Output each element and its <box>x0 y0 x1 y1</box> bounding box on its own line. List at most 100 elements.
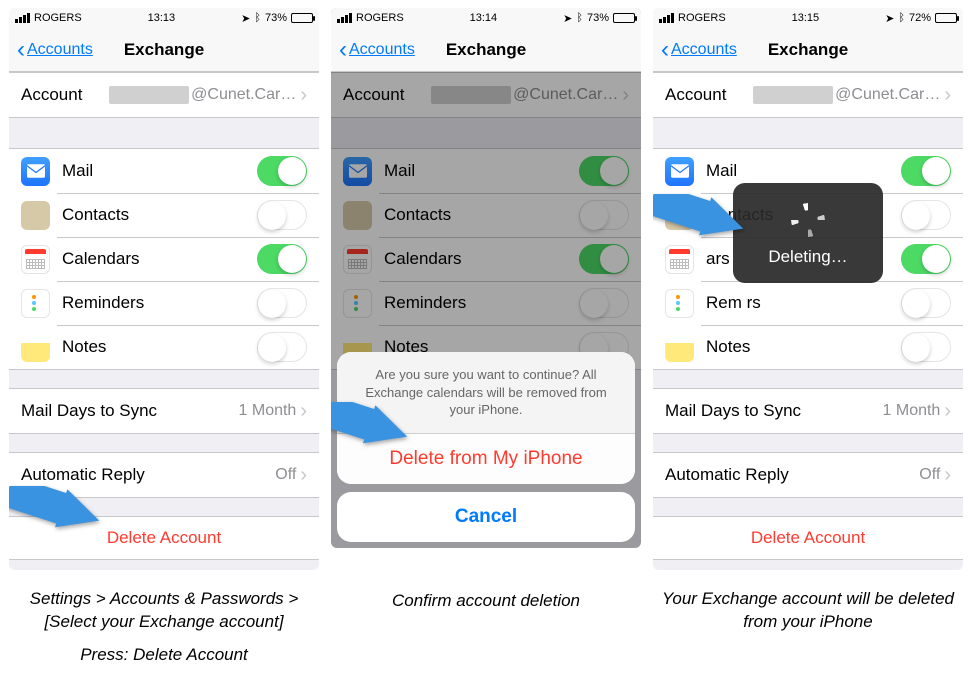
nav-title: Exchange <box>768 40 848 60</box>
chevron-right-icon: › <box>944 84 951 107</box>
contacts-toggle[interactable] <box>579 200 629 230</box>
autoreply-label: Automatic Reply <box>665 465 919 485</box>
calendars-row: Calendars <box>331 237 641 281</box>
account-row[interactable]: Account @Cunet.Car… › <box>331 73 641 117</box>
back-button[interactable]: ‹ Accounts <box>339 38 415 62</box>
autoreply-value: Off <box>275 466 296 484</box>
screenshot-step1: ROGERS 13:13 ➤ ᛒ 73% ‹ Accounts Exchange <box>9 8 319 570</box>
autoreply-value: Off <box>919 466 940 484</box>
notes-label: Notes <box>62 337 257 357</box>
account-suffix: @Cunet.Car… <box>835 86 940 104</box>
reminders-toggle[interactable] <box>901 288 951 318</box>
reminders-icon <box>343 289 372 318</box>
spinner-icon <box>791 203 825 237</box>
status-bar: ROGERS 13:13 ➤ ᛒ 73% <box>9 8 319 28</box>
battery-pct: 73% <box>265 12 287 24</box>
cancel-button[interactable]: Cancel <box>337 492 635 542</box>
back-label: Accounts <box>671 41 737 59</box>
autoreply-row[interactable]: Automatic Reply Off › <box>9 453 319 497</box>
chevron-right-icon: › <box>944 400 951 423</box>
sync-label: Mail Days to Sync <box>21 401 239 421</box>
nav-title: Exchange <box>446 40 526 60</box>
reminders-toggle[interactable] <box>579 288 629 318</box>
chevron-left-icon: ‹ <box>339 38 347 62</box>
bluetooth-icon: ᛒ <box>898 12 905 24</box>
status-time: 13:13 <box>148 12 176 24</box>
account-label: Account <box>343 85 431 105</box>
mail-icon <box>343 157 372 186</box>
nav-title: Exchange <box>124 40 204 60</box>
calendars-label: Calendars <box>62 249 257 269</box>
account-row[interactable]: Account @Cunet.Car… › <box>653 73 963 117</box>
screenshot-step2: ROGERS 13:14 ➤ ᛒ 73% ‹ Accounts Exchange <box>331 8 641 548</box>
chevron-right-icon: › <box>300 84 307 107</box>
reminders-row: Reminders <box>331 281 641 325</box>
bluetooth-icon: ᛒ <box>576 12 583 24</box>
sync-label: Mail Days to Sync <box>665 401 883 421</box>
contacts-label: Contacts <box>62 205 257 225</box>
account-label: Account <box>665 85 753 105</box>
notes-row: Notes <box>9 325 319 369</box>
calendars-label: Calendars <box>384 249 579 269</box>
mail-toggle[interactable] <box>579 156 629 186</box>
notes-toggle[interactable] <box>901 332 951 362</box>
battery-pct: 72% <box>909 12 931 24</box>
contacts-toggle[interactable] <box>257 200 307 230</box>
contacts-icon <box>21 201 50 230</box>
screenshot-step3: ROGERS 13:15 ➤ ᛒ 72% ‹ Accounts Exchange <box>653 8 963 570</box>
battery-icon <box>291 13 313 23</box>
calendars-toggle[interactable] <box>579 244 629 274</box>
sync-row[interactable]: Mail Days to Sync 1 Month › <box>653 389 963 433</box>
carrier: ROGERS <box>678 12 726 24</box>
notes-row: Notes <box>653 325 963 369</box>
reminders-toggle[interactable] <box>257 288 307 318</box>
sync-row[interactable]: Mail Days to Sync 1 Month › <box>9 389 319 433</box>
carrier: ROGERS <box>356 12 404 24</box>
chevron-left-icon: ‹ <box>17 38 25 62</box>
caption-step2: Confirm account deletion <box>384 590 588 613</box>
delete-from-iphone-button[interactable]: Delete from My iPhone <box>337 433 635 484</box>
notes-icon <box>21 333 50 362</box>
reminders-icon <box>665 289 694 318</box>
chevron-right-icon: › <box>622 84 629 107</box>
bluetooth-icon: ᛒ <box>254 12 261 24</box>
calendar-icon <box>665 245 694 274</box>
mail-toggle[interactable] <box>901 156 951 186</box>
account-row[interactable]: Account @Cunet.Car… › <box>9 73 319 117</box>
reminders-row: Reminders <box>9 281 319 325</box>
notes-icon <box>665 333 694 362</box>
reminders-label: Reminders <box>62 293 257 313</box>
carrier: ROGERS <box>34 12 82 24</box>
mail-label: Mail <box>706 161 901 181</box>
delete-account-button[interactable]: Delete Account <box>653 516 963 560</box>
contacts-toggle[interactable] <box>901 200 951 230</box>
mail-label: Mail <box>384 161 579 181</box>
mail-toggle[interactable] <box>257 156 307 186</box>
mail-icon <box>21 157 50 186</box>
chevron-right-icon: › <box>944 464 951 487</box>
location-icon: ➤ <box>241 12 250 25</box>
battery-icon <box>935 13 957 23</box>
reminders-icon <box>21 289 50 318</box>
hud-text: Deleting… <box>743 247 873 267</box>
action-sheet: Are you sure you want to continue? All E… <box>337 352 635 542</box>
back-label: Accounts <box>27 41 93 59</box>
autoreply-row[interactable]: Automatic Reply Off › <box>653 453 963 497</box>
caption-step1: Settings > Accounts & Passwords > [Selec… <box>8 588 320 667</box>
mail-label: Mail <box>62 161 257 181</box>
back-label: Accounts <box>349 41 415 59</box>
calendars-toggle[interactable] <box>257 244 307 274</box>
mail-row: Mail <box>9 149 319 193</box>
calendars-toggle[interactable] <box>901 244 951 274</box>
battery-icon <box>613 13 635 23</box>
notes-label: Notes <box>706 337 901 357</box>
back-button[interactable]: ‹ Accounts <box>661 38 737 62</box>
sync-value: 1 Month <box>239 402 297 420</box>
contacts-row: Contacts <box>9 193 319 237</box>
chevron-right-icon: › <box>300 464 307 487</box>
delete-account-button[interactable]: Delete Account <box>9 516 319 560</box>
status-bar: ROGERS 13:14 ➤ ᛒ 73% <box>331 8 641 28</box>
back-button[interactable]: ‹ Accounts <box>17 38 93 62</box>
contacts-row: Contacts <box>331 193 641 237</box>
notes-toggle[interactable] <box>257 332 307 362</box>
